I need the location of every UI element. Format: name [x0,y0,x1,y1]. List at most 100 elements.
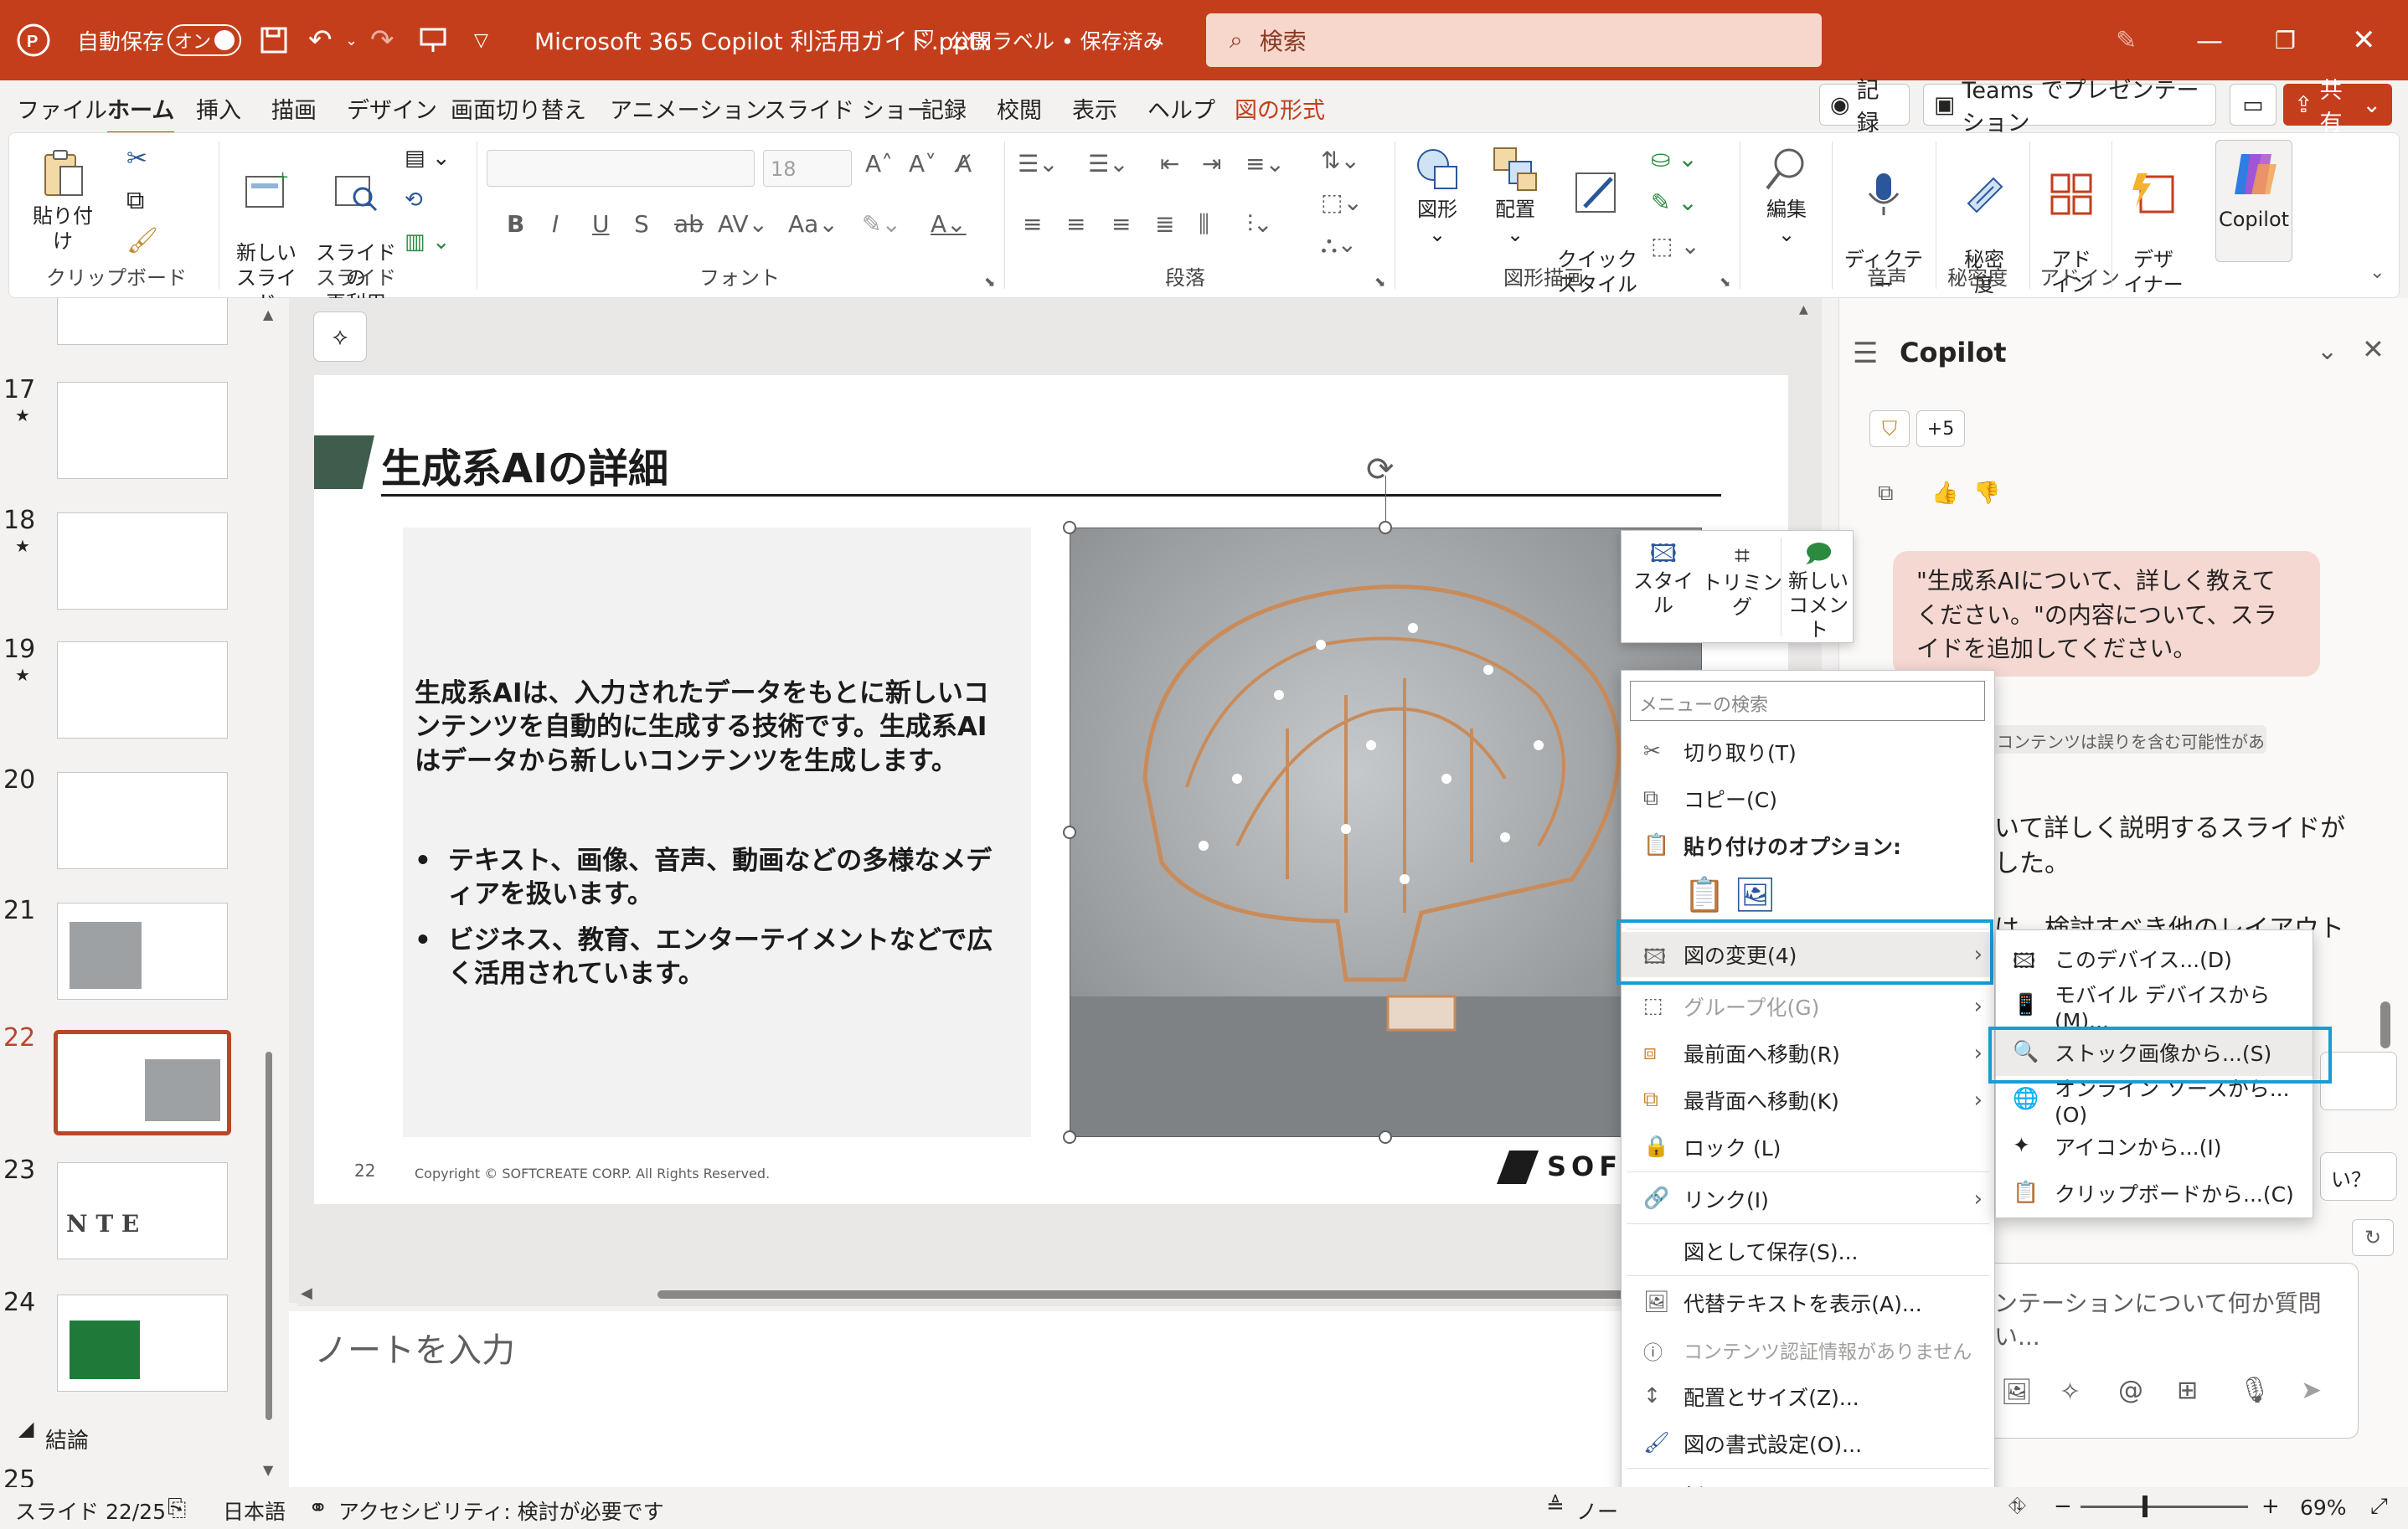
restore-icon[interactable]: ❐ [2275,0,2296,80]
decrease-indent-icon[interactable]: ⇤ [1160,150,1179,178]
numbering-icon[interactable]: ☰⌄ [1088,150,1129,178]
language[interactable]: 日本語 [223,1496,286,1526]
mention-icon[interactable]: @ [2118,1376,2143,1405]
thumbnail-slide-18[interactable] [57,512,228,610]
present-icon[interactable] [419,0,447,80]
menu-item-format-picture[interactable]: 🖌 図の書式設定(O)... [1622,1421,1994,1466]
menu-icon[interactable]: ☰ [1853,337,1878,370]
menu-item-link[interactable]: 🔗 リンク(I) › [1622,1176,1994,1222]
font-size-select[interactable]: 18 [763,150,852,187]
distribute-icon[interactable]: ⫼ [1199,210,1209,239]
menu-item-alt-text[interactable]: 🖼 代替テキストを表示(A)... [1622,1280,1994,1326]
copilot-scrollbar[interactable] [2380,1001,2390,1048]
notes-pane[interactable]: ノートを入力 [289,1311,1822,1487]
highlight-icon[interactable]: ✎⌄ [862,210,901,238]
section-collapse-icon[interactable]: ◢ [18,1417,34,1440]
new-slide-button[interactable]: + 新しい スライド [229,145,304,316]
tab-draw[interactable]: 描画 [271,92,317,125]
dictate-button[interactable]: ディクテー ション [1840,145,1927,322]
align-left-icon[interactable]: ≡ [1023,210,1042,238]
paste-option-keep-icon[interactable]: 📋 [1684,875,1725,914]
align-center-icon[interactable]: ≡ [1066,210,1085,238]
zoom-level[interactable]: 69% [2300,1496,2347,1520]
brain-picture[interactable] [1070,528,1702,1137]
notes-toggle-icon[interactable]: ≜ [1546,1494,1565,1519]
menu-item-copy[interactable]: ⧉ コピー(C) [1622,776,1994,821]
shadow-icon[interactable]: S [634,210,649,238]
line-spacing-icon[interactable]: ≡⌄ [1245,150,1285,178]
shape-fill-icon[interactable]: ⛀ ⌄ [1651,145,1698,172]
autosave-toggle[interactable]: オン [168,24,241,56]
close-pane-icon[interactable]: ✕ [2362,333,2385,365]
decrease-font-icon[interactable]: A˅ [909,150,936,178]
rotate-handle-icon[interactable]: ⟳ [1366,450,1395,489]
thumbnail-slide-16[interactable] [57,298,228,345]
designer-button[interactable]: デザ イナー [2122,145,2185,297]
char-spacing-icon[interactable]: AV⌄ [718,210,768,238]
tab-review[interactable]: 校閲 [997,92,1042,125]
accessibility-status[interactable]: アクセシビリティ: 検討が必要です [338,1496,664,1526]
tab-help[interactable]: ヘルプ [1147,92,1215,125]
share-button[interactable]: ⇪ 共有 ⌄ [2283,78,2392,136]
text-direction-icon[interactable]: ⇅⌄ [1321,147,1360,174]
comments-button[interactable]: ▭ [2230,84,2277,126]
pen-icon[interactable]: ✎ [2116,0,2137,80]
sparkle-prompt-icon[interactable]: ✧ [2060,1377,2081,1407]
menu-item-group[interactable]: ⬚ グループ化(G) › [1622,984,1994,1029]
text-box[interactable]: 生成系AIは、入力されたデータをもとに新しいコンテンツを自動的に生成する技術です… [403,528,1031,1137]
undo-icon[interactable]: ↶ [308,0,333,80]
submenu-item-this-device[interactable]: 🖾 このデバイス...(D) [1996,935,2313,982]
align-text-icon[interactable]: ⬚⌄ [1321,188,1363,216]
shape-effects-icon[interactable]: ⬚ ⌄ [1651,232,1700,260]
undo-dropdown-icon[interactable]: ⌄ [345,0,358,80]
increase-indent-icon[interactable]: ⇥ [1202,150,1221,178]
tab-design[interactable]: デザイン [347,92,437,125]
send-icon[interactable]: ➤ [2301,1376,2322,1405]
submenu-item-clipboard[interactable]: 📋 クリップボードから...(C) [1996,1170,2313,1217]
bullets-icon[interactable]: ☰⌄ [1018,150,1059,178]
cut-icon[interactable]: ✂ [126,143,147,175]
thumbs-up-icon[interactable]: 👍 [1931,481,1958,506]
style-button[interactable]: 🖾 スタイ ル [1628,539,1699,618]
resize-handle[interactable] [1379,521,1392,534]
zoom-slider[interactable] [2081,1496,2248,1517]
submenu-item-online[interactable]: 🌐 オンライン ソースから...(O) [1996,1076,2313,1127]
copy-icon[interactable]: ⧉ [126,185,144,217]
copy-response-icon[interactable]: ⧉ [1878,481,1894,507]
thumbnail-slide-21[interactable] [57,903,228,1000]
copilot-inline-button[interactable]: ⟡ [313,311,367,362]
menu-item-cut[interactable]: ✂ 切り取り(T) [1622,729,1994,775]
underline-icon[interactable]: U [592,210,610,238]
tab-view[interactable]: 表示 [1072,92,1117,125]
collapse-pane-icon[interactable]: ⌄ [2317,337,2338,366]
zoom-in-icon[interactable]: + [2261,1494,2280,1519]
suggestion-chip[interactable] [2320,1052,2397,1110]
apps-icon[interactable]: ⊞ [2177,1376,2198,1405]
collapse-ribbon-icon[interactable]: ⌄ [2369,262,2385,283]
format-painter-icon[interactable]: 🖌 [126,225,158,257]
justify-icon[interactable]: ≣ [1155,210,1174,238]
thumbs-down-icon[interactable]: 👎 [1973,481,2000,506]
paste-button[interactable]: 貼り付け [29,148,96,254]
thumbnail-slide-22[interactable] [54,1030,231,1135]
increase-font-icon[interactable]: A˄ [865,150,893,178]
tab-insert[interactable]: 挿入 [196,92,241,125]
font-dialog-icon[interactable]: ⬊ [984,274,995,290]
image-attach-icon[interactable]: 🖼 [2001,1377,2033,1407]
slide-title[interactable]: 生成系AIの詳細 [381,435,668,494]
save-icon[interactable] [260,0,288,80]
reset-icon[interactable]: ⟲ [405,187,423,214]
resize-handle[interactable] [1063,521,1076,534]
change-case-icon[interactable]: Aa⌄ [788,210,838,238]
submenu-item-icons[interactable]: ✦ アイコンから...(I) [1996,1123,2313,1170]
section-icon[interactable]: ▥ ⌄ [405,229,451,256]
label-status[interactable]: 公開ラベル • 保存済み [950,0,1164,80]
menu-item-change-picture[interactable]: 🖾 図の変更(4) › [1622,932,1994,977]
thumbnail-scrollbar[interactable]: ▲ ▼ [263,306,275,1479]
new-comment-button[interactable]: 🗩 新しい コメント [1784,539,1853,641]
italic-icon[interactable]: I [552,210,559,238]
minimize-icon[interactable]: — [2196,0,2223,80]
layout-icon[interactable]: ▤ ⌄ [405,145,451,172]
menu-item-send-back[interactable]: ⧉ 最背面へ移動(K) › [1622,1078,1994,1123]
columns-icon[interactable]: ⫶⌄ [1247,210,1272,239]
